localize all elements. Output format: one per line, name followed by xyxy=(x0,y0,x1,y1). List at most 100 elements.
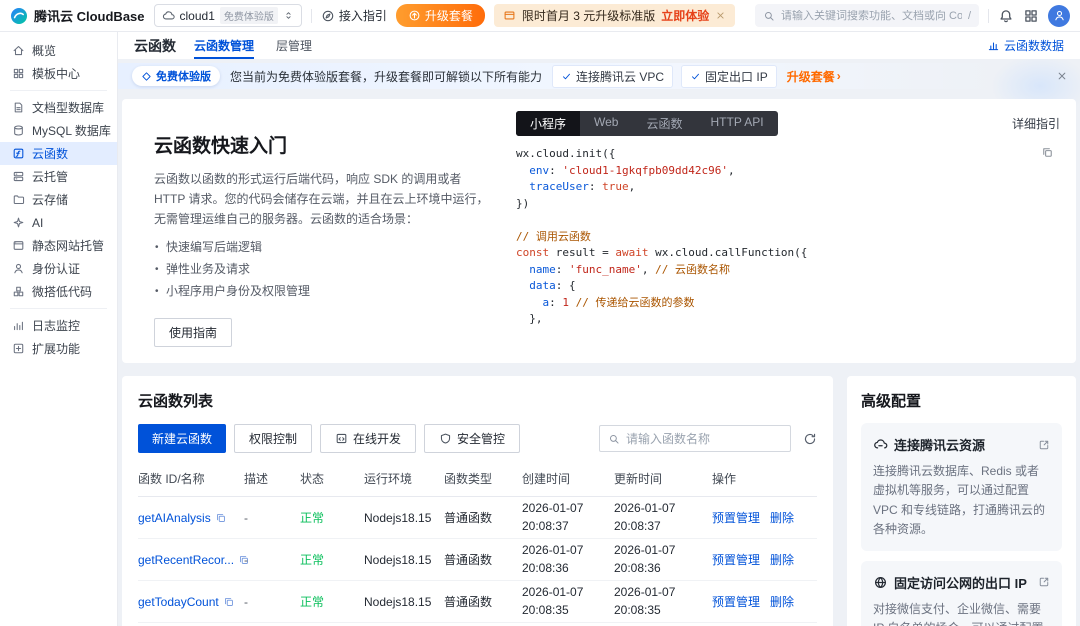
server-icon xyxy=(12,170,25,183)
database-icon xyxy=(12,124,25,137)
sidebar-item-extensions[interactable]: 扩展功能 xyxy=(0,337,117,360)
function-type: 普通函数 xyxy=(444,595,493,610)
code-tab-3[interactable]: 云函数 xyxy=(632,111,696,136)
function-name-link[interactable]: getRecentRecor... xyxy=(138,553,248,567)
env-selector[interactable]: cloud1 免费体验版 xyxy=(153,4,302,27)
sidebar-item-overview[interactable]: 概览 xyxy=(0,39,117,62)
tab-layer-management[interactable]: 层管理 xyxy=(276,32,312,59)
external-link-icon xyxy=(1038,576,1050,588)
banner-features: 连接腾讯云 VPC 固定出口 IP xyxy=(552,64,777,88)
promo-cta-link[interactable]: 立即体验 xyxy=(661,7,709,24)
copy-icon[interactable] xyxy=(223,596,235,608)
advanced-card-description: 连接腾讯云数据库、Redis 或者虚拟机等服务，可以通过配置 VPC 和专线链路… xyxy=(873,464,1046,536)
quickstart-description: 云函数以函数的形式运行后端代码，响应 SDK 的调用或者 HTTP 请求。您的代… xyxy=(154,172,489,226)
column-header: 状态 xyxy=(300,472,325,487)
function-description: - xyxy=(244,594,248,609)
table-row: getRecentRecor... - 正常 Nodejs18.15 普通函数 2026-… xyxy=(138,539,817,582)
sidebar-item-cloud-run[interactable]: 云托管 xyxy=(0,165,117,188)
banner-feature-pill: 连接腾讯云 VPC xyxy=(552,64,674,88)
search-icon xyxy=(763,10,775,22)
promo-close-icon[interactable] xyxy=(715,10,726,21)
guide-label: 接入指引 xyxy=(338,9,387,23)
quickstart-card: 云函数快速入门 云函数以函数的形式运行后端代码，响应 SDK 的调用或者 HTT… xyxy=(122,99,1076,364)
search-icon xyxy=(608,433,620,445)
sidebar-item-auth[interactable]: 身份认证 xyxy=(0,257,117,280)
function-runtime: Nodejs18.15 xyxy=(364,594,432,609)
created-time: 2026-01-07 20:08:37 xyxy=(522,501,584,533)
permission-control-button[interactable]: 权限控制 xyxy=(234,424,313,454)
brand[interactable]: 腾讯云 CloudBase xyxy=(10,6,145,25)
sidebar-item-cloud-storage[interactable]: 云存储 xyxy=(0,188,117,211)
banner-upgrade-link[interactable]: 升级套餐 › xyxy=(787,68,841,85)
divider xyxy=(988,8,989,23)
function-name-label: getAIAnalysis xyxy=(138,510,211,525)
page-title: 云函数 xyxy=(134,37,176,54)
refresh-icon[interactable] xyxy=(803,432,817,446)
row-actions: 预置管理 删除 xyxy=(712,551,817,568)
function-status: 正常 xyxy=(300,511,325,526)
security-control-button[interactable]: 安全管控 xyxy=(424,424,521,454)
sidebar-item-static-hosting[interactable]: 静态网站托管 xyxy=(0,234,117,257)
sidebar-item-cloud-functions[interactable]: 云函数 xyxy=(0,142,117,165)
quickstart-bullet: 快速编写后端逻辑 xyxy=(154,237,490,259)
usage-guide-button[interactable]: 使用指南 xyxy=(154,318,233,348)
sidebar-item-label: 文档型数据库 xyxy=(32,101,105,115)
created-time: 2026-01-07 20:08:36 xyxy=(522,543,584,575)
user-avatar[interactable] xyxy=(1048,4,1070,27)
sidebar-item-document-db[interactable]: 文档型数据库 xyxy=(0,96,117,119)
function-name-link[interactable]: getTodayCount xyxy=(138,595,244,609)
quickstart-intro: 云函数快速入门 云函数以函数的形式运行后端代码，响应 SDK 的调用或者 HTT… xyxy=(138,107,490,348)
tab-function-management[interactable]: 云函数管理 xyxy=(194,32,254,59)
advanced-config-list: 连接腾讯云资源连接腾讯云数据库、Redis 或者虚拟机等服务，可以通过配置 VP… xyxy=(861,423,1062,626)
sidebar-item-label: 静态网站托管 xyxy=(32,239,105,253)
function-search-input[interactable] xyxy=(626,431,782,446)
code-panel: 小程序 Web 云函数 HTTP API 详细指引 wx.cloud.init({ e… xyxy=(516,107,1060,347)
sidebar-item-log-monitor[interactable]: 日志监控 xyxy=(0,314,117,337)
detail-guide-link[interactable]: 详细指引 xyxy=(1012,115,1060,132)
preset-management-link[interactable]: 预置管理 xyxy=(712,551,760,568)
global-search[interactable]: / xyxy=(755,4,979,27)
function-table: 函数 ID/名称 描述 状态 运行环境 函数类型 创建时间 更新时间 操作 getAIAnal… xyxy=(138,466,817,626)
delete-link[interactable]: 删除 xyxy=(770,509,794,526)
advanced-card-header: 固定访问公网的出口 IP xyxy=(873,573,1050,592)
code-tab-2[interactable]: Web xyxy=(580,111,632,136)
function-data-link[interactable]: 云函数数据 xyxy=(987,37,1064,54)
updated-time: 2026-01-07 20:08:35 xyxy=(614,585,676,617)
function-runtime: Nodejs18.15 xyxy=(364,552,432,567)
delete-link[interactable]: 删除 xyxy=(770,551,794,568)
grid-icon xyxy=(12,67,25,80)
sidebar-item-lowcode[interactable]: 微搭低代码 xyxy=(0,280,117,303)
function-name-label: getTodayCount xyxy=(138,594,219,609)
sidebar-item-template-center[interactable]: 模板中心 xyxy=(0,62,117,85)
function-name-link[interactable]: getAIAnalysis xyxy=(138,511,244,525)
onboarding-guide-link[interactable]: 接入指引 xyxy=(321,7,387,24)
banner-close-icon[interactable] xyxy=(1056,70,1068,82)
copy-code-icon[interactable] xyxy=(1041,146,1054,159)
preset-management-link[interactable]: 预置管理 xyxy=(712,593,760,610)
cloudbase-logo-icon xyxy=(10,7,28,25)
notifications-bell-icon[interactable] xyxy=(998,8,1014,24)
compass-icon xyxy=(321,9,335,23)
global-search-input[interactable] xyxy=(781,9,962,22)
upgrade-plan-button[interactable]: 升级套餐 xyxy=(395,4,485,27)
sidebar-item-mysql-db[interactable]: MySQL 数据库 xyxy=(0,119,117,142)
brand-name: 腾讯云 CloudBase xyxy=(34,9,145,24)
column-header: 描述 xyxy=(244,472,269,487)
sidebar-item-ai[interactable]: AI xyxy=(0,211,117,234)
preset-management-link[interactable]: 预置管理 xyxy=(712,509,760,526)
code-tab-4[interactable]: HTTP API xyxy=(697,111,778,136)
advanced-card-title: 连接腾讯云资源 xyxy=(894,438,986,454)
advanced-config-card[interactable]: 连接腾讯云资源连接腾讯云数据库、Redis 或者虚拟机等服务，可以通过配置 VP… xyxy=(861,423,1062,551)
promo-text: 限时首月 3 元升级标准版 xyxy=(521,9,656,23)
delete-link[interactable]: 删除 xyxy=(770,593,794,610)
app-body: 概览 模板中心 文档型数据库 MySQL 数据库 云函数 云托管 云存储 AI 静态网站托管 身份… xyxy=(0,32,1080,626)
online-ide-button[interactable]: 在线开发 xyxy=(320,424,417,454)
apps-grid-icon[interactable] xyxy=(1023,8,1039,24)
function-search[interactable] xyxy=(599,425,791,453)
advanced-card-title: 固定访问公网的出口 IP xyxy=(894,575,1027,591)
sidebar-item-label: 微搭低代码 xyxy=(32,285,93,299)
advanced-config-card[interactable]: 固定访问公网的出口 IP 对接微信支付、企业微信、需要 IP 白名单的场合，可以通… xyxy=(861,560,1062,626)
create-function-button[interactable]: 新建云函数 xyxy=(138,424,227,454)
copy-icon[interactable] xyxy=(215,512,227,524)
code-tab-1[interactable]: 小程序 xyxy=(516,111,581,136)
